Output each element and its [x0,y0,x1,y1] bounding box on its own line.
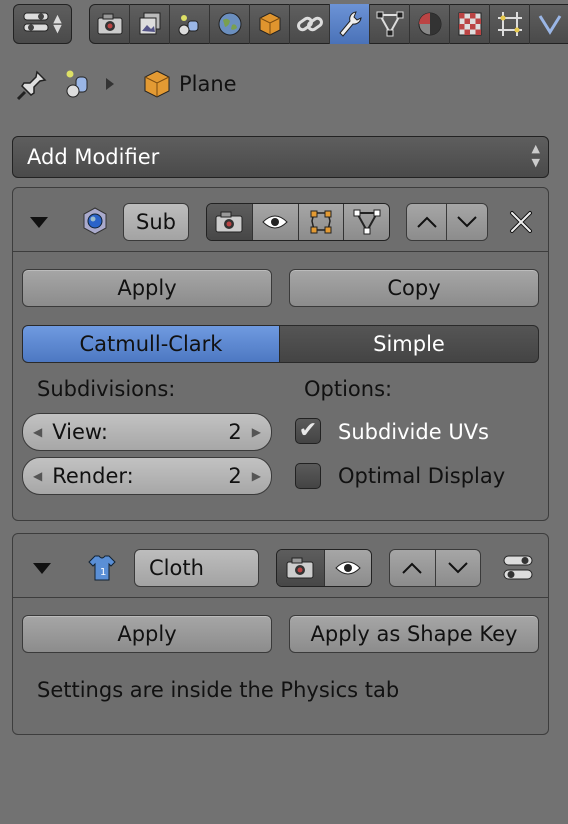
constraints-icon[interactable] [290,4,330,44]
cloth-visibility-group [276,549,372,587]
move-down-icon[interactable] [435,550,480,586]
remove-modifier-close-icon[interactable] [508,209,534,235]
optimal-display-label: Optimal Display [338,464,506,488]
render-label: Render: [52,464,134,488]
breadcrumb-arrow-icon [106,78,114,90]
scene-icon[interactable] [170,4,210,44]
properties-editor-icon [23,11,49,37]
render-toggle-icon[interactable] [277,550,325,586]
cloth-name-text: Cloth [149,556,204,580]
mode-simple-button[interactable]: Simple [280,325,539,363]
render-value: 2 [228,464,242,488]
physics-icon[interactable] [530,4,568,44]
chevron-updown-icon: ▲ ▼ [531,142,540,169]
subdivisions-label: Subdivisions: [37,377,176,401]
optimal-display-checkbox[interactable] [295,463,321,489]
add-modifier-dropdown[interactable]: Add Modifier ▲ ▼ [12,136,549,178]
modifier-name-field[interactable]: Sub [123,203,189,241]
move-down-icon[interactable] [447,204,487,240]
subsurf-visibility-group [206,203,390,241]
view-levels-field[interactable]: ◀ View: 2 ▶ [22,413,272,451]
chevron-updown-icon: ▲ ▼ [53,12,62,35]
editmode-icon[interactable] [298,204,345,240]
cloth-name-field[interactable]: Cloth [134,549,259,587]
render-layers-icon[interactable] [130,4,170,44]
options-label: Options: [304,377,393,401]
scene-context-icon [62,68,94,100]
object-icon[interactable] [250,4,290,44]
render-icon[interactable] [90,4,130,44]
object-cube-icon [142,69,172,99]
texture-icon[interactable] [450,4,490,44]
collapse-toggle-icon[interactable] [33,563,51,574]
object-name: Plane [179,72,237,96]
subdivide-uvs-label: Subdivide UVs [338,420,489,444]
increment-arrow-icon[interactable]: ▶ [252,425,261,439]
render-toggle-icon[interactable] [207,204,253,240]
physics-settings-icon [502,553,534,583]
mode-catmull-clark-button[interactable]: Catmull-Clark [22,325,280,363]
move-up-icon[interactable] [390,550,436,586]
context-tabs [89,4,568,44]
editor-type-selector[interactable]: ▲ ▼ [13,4,72,44]
view-label: View: [52,420,108,444]
increment-arrow-icon[interactable]: ▶ [252,469,261,483]
viewport-eye-icon[interactable] [252,204,299,240]
pin-icon[interactable] [15,68,49,102]
viewport-eye-icon[interactable] [324,550,371,586]
cloth-info-text: Settings are inside the Physics tab [37,678,400,702]
cloth-move-group [389,549,481,587]
material-icon[interactable] [410,4,450,44]
apply-as-shape-key-button[interactable]: Apply as Shape Key [289,615,539,653]
decrement-arrow-icon[interactable]: ◀ [33,425,42,439]
view-value: 2 [228,420,242,444]
cloth-apply-button[interactable]: Apply [22,615,272,653]
decrement-arrow-icon[interactable]: ◀ [33,469,42,483]
render-levels-field[interactable]: ◀ Render: 2 ▶ [22,457,272,495]
subsurf-copy-button[interactable]: Copy [289,269,539,307]
world-icon[interactable] [210,4,250,44]
subdivide-uvs-checkbox[interactable]: ✔ [295,418,321,444]
cloth-modifier-icon: 1 [87,553,117,583]
collapse-toggle-icon[interactable] [30,217,48,228]
particles-icon[interactable] [490,4,530,44]
modifiers-wrench-icon[interactable] [330,4,370,44]
object-data-icon[interactable] [370,4,410,44]
subsurf-modifier-icon [80,206,110,236]
modifier-name-text: Sub [136,210,176,234]
checkmark-icon: ✔ [298,418,318,443]
on-cage-icon[interactable] [344,204,389,240]
subsurf-apply-button[interactable]: Apply [22,269,272,307]
subsurf-move-group [406,203,488,241]
move-up-icon[interactable] [407,204,448,240]
add-modifier-label: Add Modifier [27,145,160,169]
svg-text:1: 1 [100,567,106,578]
